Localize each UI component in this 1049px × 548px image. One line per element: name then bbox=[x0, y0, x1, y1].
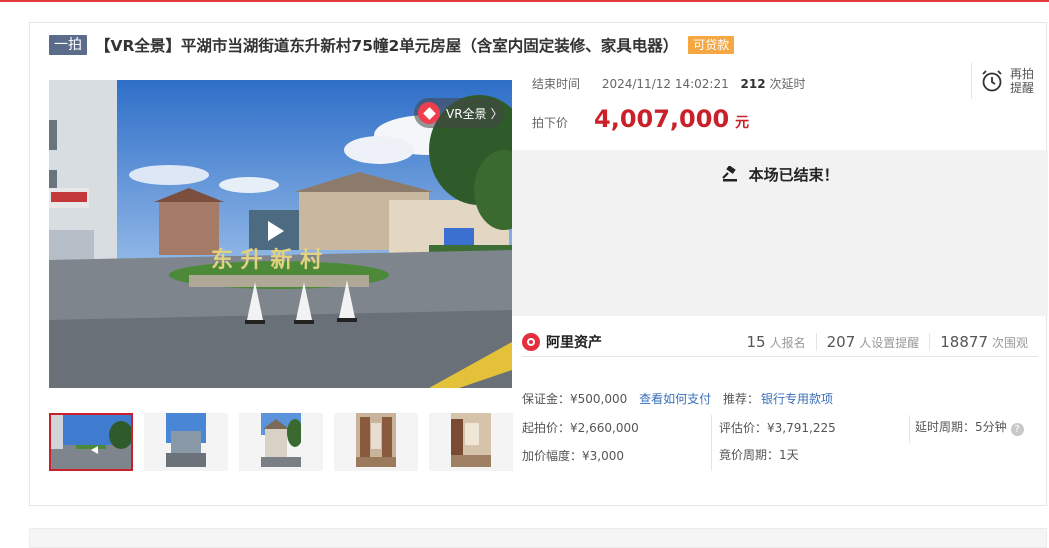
column-divider bbox=[711, 415, 712, 471]
help-icon[interactable]: ? bbox=[1010, 423, 1024, 436]
column-divider bbox=[909, 415, 910, 443]
final-price: 4,007,000 bbox=[594, 105, 730, 133]
deposit-value: ¥500,000 bbox=[570, 392, 628, 406]
bid-period-row: 竟价周期：1天 bbox=[719, 446, 799, 463]
deposit-row: 保证金：¥500,000 查看如何支付 推荐： 银行专用款项 bbox=[522, 390, 833, 407]
end-time-row: 结束时间 2024/11/12 14:02:21 212 次延时 bbox=[532, 75, 805, 92]
next-section-panel bbox=[29, 528, 1047, 548]
vr-label: VR全景 bbox=[446, 106, 487, 121]
stats-row: 阿里资产 15 人报名 207 人设置提醒 18877 次围观 bbox=[522, 327, 1038, 357]
stats-list: 15 人报名 207 人设置提醒 18877 次围观 bbox=[737, 332, 1039, 351]
start-price-value: ¥2,660,000 bbox=[570, 421, 639, 435]
delay-count: 212 bbox=[740, 77, 766, 91]
increment-row: 加价幅度：¥3,000 bbox=[522, 447, 624, 464]
top-accent-line bbox=[0, 0, 1049, 2]
remind-label: 再拍提醒 bbox=[1010, 67, 1035, 95]
stat-views: 18877 次围观 bbox=[929, 332, 1038, 351]
auction-card: 一拍 【VR全景】平湖市当湖街道东升新村75幢2单元房屋（含室内固定装修、家具电… bbox=[29, 22, 1048, 506]
appraise-value: ¥3,791,225 bbox=[767, 421, 836, 435]
price-unit: 元 bbox=[735, 115, 750, 131]
alarm-clock-icon bbox=[982, 70, 1002, 92]
vr-panorama-button[interactable]: VR全景 〉 bbox=[414, 98, 504, 128]
platform-logo: 阿里资产 bbox=[522, 332, 602, 352]
appraise-label: 评估价： bbox=[719, 421, 768, 435]
price-row: 拍下价 4,007,000 元 bbox=[532, 105, 749, 133]
loan-badge: 可贷款 bbox=[688, 36, 735, 54]
increment-label: 加价幅度： bbox=[522, 449, 583, 463]
bank-funds-link[interactable]: 银行专用款项 bbox=[761, 392, 833, 406]
appraise-row: 评估价：¥3,791,225 bbox=[719, 419, 836, 436]
stat-label: 次围观 bbox=[991, 335, 1028, 350]
page-title: 【VR全景】平湖市当湖街道东升新村75幢2单元房屋（含室内固定装修、家具电器） bbox=[95, 37, 679, 55]
thumbnail-image bbox=[451, 413, 491, 467]
delay-period-row: 延时周期：5分钟? bbox=[915, 418, 1024, 436]
ended-panel: 本场已结束！ bbox=[512, 150, 1048, 316]
thumbnail-image bbox=[356, 413, 396, 467]
end-time-value: 2024/11/12 14:02:21 bbox=[601, 77, 729, 91]
platform-name: 阿里资产 bbox=[546, 334, 602, 351]
vr-logo-icon bbox=[418, 102, 440, 124]
thumbnail-3[interactable] bbox=[239, 413, 323, 471]
thumbnail-1[interactable] bbox=[49, 413, 133, 471]
chevron-right-icon: 〉 bbox=[490, 106, 503, 121]
stat-number: 15 bbox=[746, 332, 766, 351]
how-to-pay-link[interactable]: 查看如何支付 bbox=[639, 392, 711, 406]
ali-assets-logo-icon bbox=[522, 332, 540, 351]
thumbnail-image bbox=[261, 413, 301, 467]
brand-badge: 一拍 bbox=[49, 35, 87, 55]
ended-message-row: 本场已结束！ bbox=[512, 164, 1048, 185]
remind-button[interactable]: 再拍提醒 bbox=[971, 63, 1038, 99]
thumbnail-image bbox=[51, 415, 131, 469]
stat-reminders: 207 人设置提醒 bbox=[815, 332, 930, 351]
increment-value: ¥3,000 bbox=[582, 449, 625, 463]
gavel-icon bbox=[722, 165, 738, 182]
start-price-label: 起拍价： bbox=[522, 421, 571, 435]
stat-label: 人报名 bbox=[769, 335, 806, 350]
vr-panorama-viewer[interactable]: 东 升 新 村 VR全景 〉 bbox=[49, 80, 512, 388]
bid-period-label: 竟价周期： bbox=[719, 448, 780, 462]
thumbnail-4[interactable] bbox=[334, 413, 418, 471]
bid-period-value: 1天 bbox=[779, 448, 799, 462]
ended-message: 本场已结束！ bbox=[748, 166, 839, 184]
start-price-row: 起拍价：¥2,660,000 bbox=[522, 419, 639, 436]
thumbnail-2[interactable] bbox=[144, 413, 228, 471]
thumbnail-strip bbox=[49, 413, 524, 471]
price-label: 拍下价 bbox=[532, 116, 569, 130]
thumbnail-5[interactable] bbox=[429, 413, 513, 471]
end-time-label: 结束时间 bbox=[532, 77, 581, 91]
auction-info-panel: 结束时间 2024/11/12 14:02:21 212 次延时 再拍提醒 拍下… bbox=[512, 61, 1048, 506]
thumbnail-image bbox=[166, 413, 206, 467]
stat-number: 18877 bbox=[940, 332, 988, 351]
title-row: 一拍 【VR全景】平湖市当湖街道东升新村75幢2单元房屋（含室内固定装修、家具电… bbox=[49, 34, 735, 56]
stat-number: 207 bbox=[826, 332, 856, 351]
play-icon[interactable] bbox=[268, 221, 284, 241]
stat-label: 人设置提醒 bbox=[859, 335, 920, 350]
delay-period-label: 延时周期： bbox=[915, 420, 976, 434]
delay-period-value: 5分钟 bbox=[975, 420, 1007, 434]
deposit-label: 保证金： bbox=[522, 392, 571, 406]
svg-text:东 升 新 村: 东 升 新 村 bbox=[211, 247, 322, 273]
delay-count-suffix: 次延时 bbox=[769, 77, 806, 91]
recommend-label: 推荐： bbox=[722, 392, 759, 406]
stat-signups: 15 人报名 bbox=[737, 333, 816, 351]
